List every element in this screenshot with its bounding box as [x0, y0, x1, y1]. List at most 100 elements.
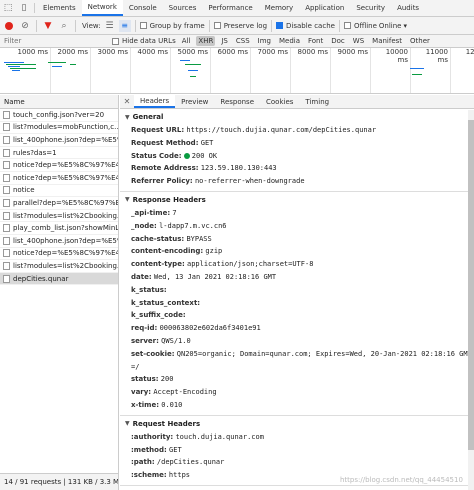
request-headers-toggle[interactable]: ▼ Request Headers	[120, 420, 474, 428]
record-icon	[5, 21, 13, 30]
checkbox-box[interactable]	[213, 22, 221, 29]
request-row[interactable]: notice?dep=%E5%8C%97%E4%...	[0, 172, 118, 185]
chevron-down-icon: ▾	[403, 21, 408, 30]
timeline-tick-label: 9000 ms	[337, 48, 368, 56]
type-filter-js[interactable]: JS	[219, 36, 230, 46]
tab-memory[interactable]: Memory	[259, 0, 299, 16]
header-row: :method: GET	[120, 444, 474, 457]
tab-console[interactable]: Console	[123, 0, 163, 16]
header-row: Referrer Policy: no-referrer-when-downgr…	[120, 175, 474, 188]
tab-audits[interactable]: Audits	[391, 0, 425, 16]
header-value: https://touch.dujia.qunar.com/depCities.…	[186, 126, 377, 134]
type-filter-other[interactable]: Other	[408, 36, 432, 46]
hide-data-urls-checkbox[interactable]: Hide data URLs	[112, 37, 176, 45]
scrollbar-thumb[interactable]	[468, 120, 474, 450]
file-icon	[3, 123, 10, 132]
request-name: notice?dep=%E5%8C%97%E4%...	[13, 249, 118, 258]
type-filter-manifest[interactable]: Manifest	[370, 36, 404, 46]
checkbox-box[interactable]	[343, 22, 351, 29]
general-section-toggle[interactable]: ▼ General	[120, 113, 474, 121]
request-row[interactable]: rules?das=1	[0, 147, 118, 160]
header-row: vary: Accept-Encoding	[120, 386, 474, 399]
header-row: set-cookie: QN205=organic; Domain=qunar.…	[120, 348, 474, 361]
header-row: k_suffix_code:	[120, 309, 474, 322]
timeline-tick-label: 6000 ms	[217, 48, 248, 56]
offline-checkbox[interactable]: Offline	[343, 22, 377, 30]
header-row: Status Code: 200 OK	[120, 150, 474, 163]
checkbox-box[interactable]	[139, 22, 147, 29]
file-icon	[3, 110, 10, 119]
request-row[interactable]: notice?dep=%E5%8C%97%E4%...	[0, 248, 118, 261]
large-rows-button[interactable]: ☰	[103, 19, 117, 33]
tab-network[interactable]: Network	[81, 0, 123, 16]
type-filter-xhr[interactable]: XHR	[196, 36, 216, 46]
tab-security[interactable]: Security	[350, 0, 391, 16]
type-filter-css[interactable]: CSS	[234, 36, 252, 46]
filter-icon: ▼	[44, 20, 52, 31]
type-filter-font[interactable]: Font	[306, 36, 325, 46]
request-row[interactable]: list?modules=list%2Cbooking...	[0, 210, 118, 223]
request-row[interactable]: parallel?dep=%E5%8C%97%E4...	[0, 197, 118, 210]
tab-preview[interactable]: Preview	[175, 95, 214, 108]
tab-performance[interactable]: Performance	[202, 0, 258, 16]
type-filter-ws[interactable]: WS	[351, 36, 366, 46]
type-filter-media[interactable]: Media	[277, 36, 302, 46]
close-icon[interactable]: ✕	[120, 95, 134, 108]
group-by-frame-checkbox[interactable]: Group by frame	[139, 22, 205, 30]
request-row[interactable]: touch_config.json?ver=20	[0, 109, 118, 122]
timeline-overview[interactable]: 1000 ms 2000 ms 3000 ms 4000 ms 5000 ms 6000 …	[0, 48, 474, 94]
type-filter-img[interactable]: Img	[256, 36, 273, 46]
tab-sources[interactable]: Sources	[163, 0, 203, 16]
tab-elements[interactable]: Elements	[37, 0, 82, 16]
overview-toggle-button[interactable]: ≡	[118, 19, 131, 32]
record-button[interactable]	[2, 19, 16, 33]
request-name: rules?das=1	[13, 148, 57, 157]
divider	[75, 19, 76, 32]
request-name: parallel?dep=%E5%8C%97%E4...	[13, 198, 118, 207]
device-toolbar-icon[interactable]: ▯	[16, 0, 32, 16]
throttling-select[interactable]: Online ▾	[379, 22, 407, 30]
preserve-log-checkbox[interactable]: Preserve log	[213, 22, 267, 30]
tab-timing[interactable]: Timing	[299, 95, 335, 108]
tab-headers[interactable]: Headers	[134, 95, 176, 108]
search-button[interactable]: ⌕	[57, 19, 71, 33]
checkbox-box[interactable]	[276, 22, 284, 29]
filter-toggle-button[interactable]: ▼	[41, 19, 55, 33]
request-row[interactable]: notice	[0, 185, 118, 198]
checkbox-box[interactable]	[112, 37, 119, 45]
response-headers-toggle[interactable]: ▼ Response Headers	[120, 196, 474, 204]
request-row[interactable]: list_400phone.json?dep=%E5%...	[0, 134, 118, 147]
type-filter-doc[interactable]: Doc	[329, 36, 347, 46]
disable-cache-checkbox[interactable]: Disable cache	[276, 22, 335, 30]
hide-data-urls-label: Hide data URLs	[122, 37, 176, 45]
timeline-gridline	[130, 48, 131, 93]
type-filter-all[interactable]: All	[180, 36, 193, 46]
header-row: =/	[120, 361, 474, 374]
request-row[interactable]: play_comb_list.json?showMinLi...	[0, 222, 118, 235]
tab-response[interactable]: Response	[214, 95, 260, 108]
timeline-gridline	[170, 48, 171, 93]
header-value: gzip	[205, 247, 223, 256]
column-header-name[interactable]: Name	[0, 95, 118, 109]
header-value: 200 OK	[191, 151, 218, 160]
waterfall-bar	[10, 68, 36, 69]
inspect-element-icon[interactable]: ⬚	[0, 0, 16, 16]
request-name: touch_config.json?ver=20	[13, 110, 105, 119]
request-row[interactable]: list?modules=list%2Cbooking...	[0, 260, 118, 273]
clear-button[interactable]: ⊘	[18, 19, 32, 33]
waterfall-bar	[185, 64, 201, 65]
timeline-gridline	[90, 48, 91, 93]
header-key: _node:	[131, 221, 157, 230]
request-row[interactable]: notice?dep=%E5%8C%97%E4%...	[0, 159, 118, 172]
timeline-tick-label: 7000 ms	[257, 48, 288, 56]
tab-cookies[interactable]: Cookies	[260, 95, 299, 108]
filter-input[interactable]	[4, 35, 108, 47]
timeline-tick-label: 12000 ms	[465, 48, 474, 56]
waterfall-bar	[190, 76, 196, 77]
request-row[interactable]: depCities.qunar	[0, 272, 118, 286]
request-row[interactable]: list?modules=mobFunction,c...	[0, 122, 118, 135]
request-row[interactable]: list_400phone.json?dep=%E5%...	[0, 235, 118, 248]
detail-scrollbar[interactable]	[468, 110, 474, 490]
tab-application[interactable]: Application	[299, 0, 350, 16]
clear-icon: ⊘	[21, 20, 29, 31]
